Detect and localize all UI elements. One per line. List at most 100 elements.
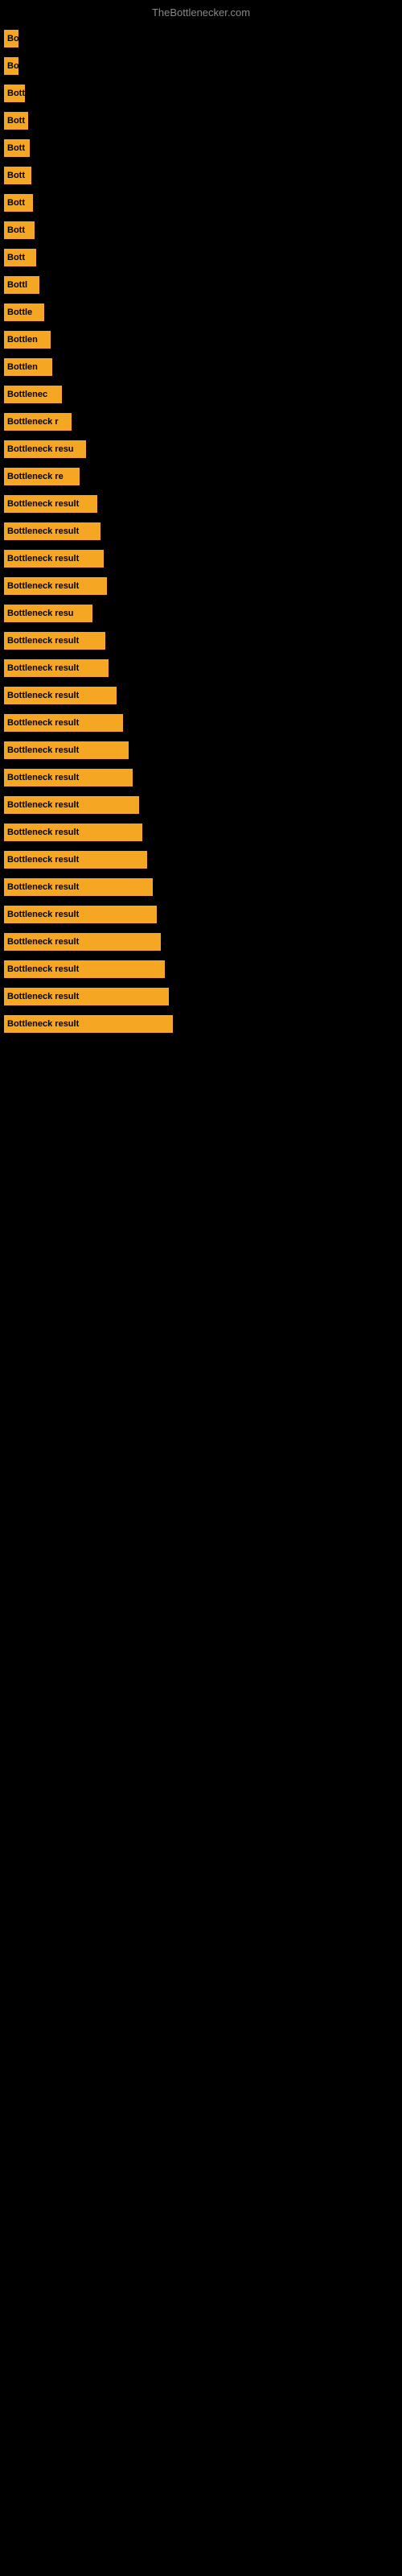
bar-label-18: Bottleneck result — [7, 526, 79, 536]
bar-label-1: Bo — [7, 61, 18, 71]
bar-32: Bottleneck result — [4, 906, 157, 923]
bar-row: Bottleneck r — [4, 413, 402, 431]
bar-label-5: Bott — [7, 171, 25, 180]
bar-24: Bottleneck result — [4, 687, 117, 704]
bar-label-8: Bott — [7, 253, 25, 262]
bar-row: Bottleneck result — [4, 851, 402, 869]
bar-row: Bottle — [4, 303, 402, 321]
bar-label-36: Bottleneck result — [7, 1019, 79, 1029]
bar-row: Bottlen — [4, 358, 402, 376]
bar-row: Bottleneck result — [4, 495, 402, 513]
bar-29: Bottleneck result — [4, 824, 142, 841]
bar-5: Bott — [4, 167, 31, 184]
bar-row: Bott — [4, 249, 402, 266]
bar-row: Bott — [4, 139, 402, 157]
bar-label-17: Bottleneck result — [7, 499, 79, 509]
bar-10: Bottle — [4, 303, 44, 321]
bar-label-25: Bottleneck result — [7, 718, 79, 728]
bar-1: Bo — [4, 57, 18, 75]
bar-label-3: Bott — [7, 116, 25, 126]
bar-22: Bottleneck result — [4, 632, 105, 650]
bar-label-34: Bottleneck result — [7, 964, 79, 974]
bar-label-24: Bottleneck result — [7, 691, 79, 700]
bar-3: Bott — [4, 112, 28, 130]
bar-row: Bottleneck result — [4, 878, 402, 896]
bar-row: Bottleneck result — [4, 577, 402, 595]
bar-label-10: Bottle — [7, 308, 32, 317]
bar-7: Bott — [4, 221, 35, 239]
bar-label-33: Bottleneck result — [7, 937, 79, 947]
bar-label-22: Bottleneck result — [7, 636, 79, 646]
bar-label-21: Bottleneck resu — [7, 609, 74, 618]
bar-label-35: Bottleneck result — [7, 992, 79, 1001]
bar-9: Bottl — [4, 276, 39, 294]
bar-35: Bottleneck result — [4, 988, 169, 1005]
bar-row: Bottleneck resu — [4, 605, 402, 622]
bar-2: Bott — [4, 85, 25, 102]
bar-34: Bottleneck result — [4, 960, 165, 978]
bar-25: Bottleneck result — [4, 714, 123, 732]
bar-16: Bottleneck re — [4, 468, 80, 485]
bar-row: Bott — [4, 85, 402, 102]
bar-row: Bottleneck result — [4, 522, 402, 540]
bar-row: Bott — [4, 112, 402, 130]
bar-row: Bottleneck result — [4, 824, 402, 841]
bar-row: Bottleneck result — [4, 687, 402, 704]
bar-row: Bottl — [4, 276, 402, 294]
bar-row: Bottlen — [4, 331, 402, 349]
bar-label-19: Bottleneck result — [7, 554, 79, 564]
bar-26: Bottleneck result — [4, 741, 129, 759]
bar-row: Bottleneck result — [4, 1015, 402, 1033]
bar-13: Bottlenec — [4, 386, 62, 403]
bar-15: Bottleneck resu — [4, 440, 86, 458]
bar-row: Bottleneck result — [4, 550, 402, 568]
bars-container: Bo Bo Bott Bott Bott Bott Bott Bott Bott Bottl Bot… — [0, 22, 402, 1033]
bar-row: Bottleneck result — [4, 741, 402, 759]
bar-14: Bottleneck r — [4, 413, 72, 431]
bar-label-32: Bottleneck result — [7, 910, 79, 919]
bar-row: Bo — [4, 30, 402, 47]
bar-row: Bottleneck result — [4, 632, 402, 650]
bar-row: Bottleneck result — [4, 906, 402, 923]
bar-6: Bott — [4, 194, 33, 212]
bar-12: Bottlen — [4, 358, 52, 376]
bar-row: Bottlenec — [4, 386, 402, 403]
bar-label-14: Bottleneck r — [7, 417, 59, 427]
bar-label-15: Bottleneck resu — [7, 444, 74, 454]
bar-row: Bottleneck result — [4, 988, 402, 1005]
bar-11: Bottlen — [4, 331, 51, 349]
bar-21: Bottleneck resu — [4, 605, 92, 622]
bar-label-4: Bott — [7, 143, 25, 153]
bar-label-28: Bottleneck result — [7, 800, 79, 810]
bar-19: Bottleneck result — [4, 550, 104, 568]
bar-label-27: Bottleneck result — [7, 773, 79, 782]
bar-row: Bott — [4, 167, 402, 184]
bar-label-7: Bott — [7, 225, 25, 235]
bar-27: Bottleneck result — [4, 769, 133, 786]
bar-label-31: Bottleneck result — [7, 882, 79, 892]
bar-row: Bott — [4, 221, 402, 239]
bar-label-6: Bott — [7, 198, 25, 208]
bar-row: Bottleneck result — [4, 714, 402, 732]
bar-30: Bottleneck result — [4, 851, 147, 869]
bar-row: Bottleneck result — [4, 960, 402, 978]
bar-row: Bo — [4, 57, 402, 75]
bar-17: Bottleneck result — [4, 495, 97, 513]
bar-row: Bottleneck result — [4, 933, 402, 951]
bar-label-30: Bottleneck result — [7, 855, 79, 865]
bar-row: Bottleneck result — [4, 659, 402, 677]
bar-18: Bottleneck result — [4, 522, 100, 540]
bar-label-0: Bo — [7, 34, 18, 43]
bar-label-20: Bottleneck result — [7, 581, 79, 591]
bar-row: Bottleneck re — [4, 468, 402, 485]
bar-row: Bottleneck result — [4, 796, 402, 814]
site-title: TheBottlenecker.com — [0, 0, 402, 22]
bar-label-9: Bottl — [7, 280, 27, 290]
bar-label-13: Bottlenec — [7, 390, 47, 399]
bar-row: Bottleneck result — [4, 769, 402, 786]
bar-label-26: Bottleneck result — [7, 745, 79, 755]
bar-label-16: Bottleneck re — [7, 472, 64, 481]
bar-8: Bott — [4, 249, 36, 266]
bar-label-29: Bottleneck result — [7, 828, 79, 837]
bar-row: Bott — [4, 194, 402, 212]
